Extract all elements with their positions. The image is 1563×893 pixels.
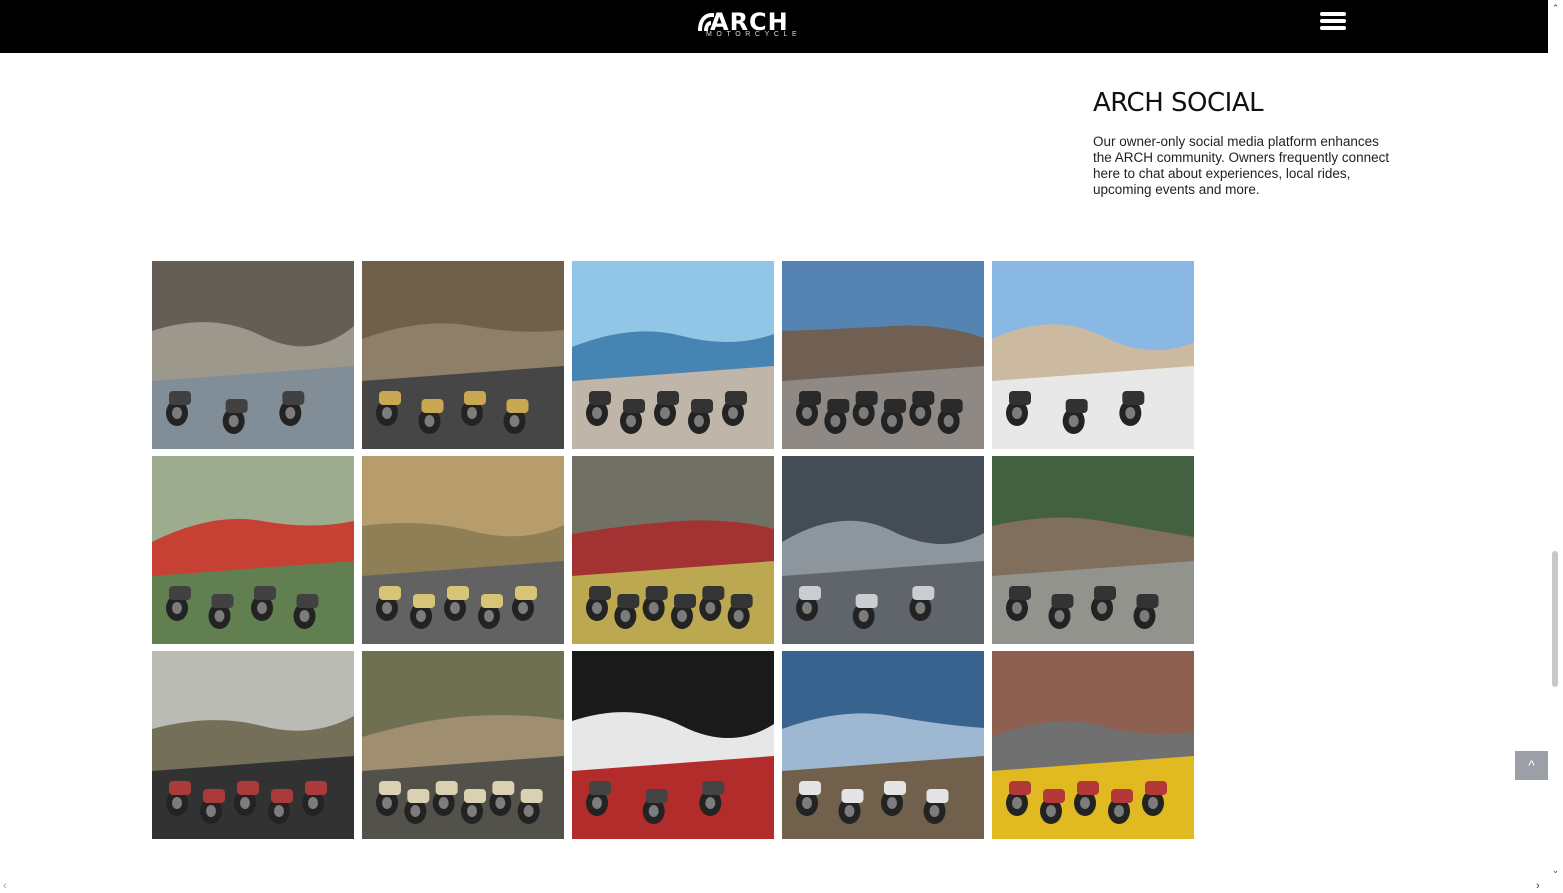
scroll-right-arrow-icon[interactable]: › bbox=[1536, 880, 1546, 892]
gallery-photo-rider-country-road[interactable] bbox=[362, 456, 564, 644]
photo-gallery-grid bbox=[152, 261, 1194, 839]
gallery-photo-man-with-bikes[interactable] bbox=[152, 651, 354, 839]
scroll-down-arrow-icon[interactable]: ⌄ bbox=[1550, 864, 1561, 876]
scroll-up-arrow-icon[interactable]: ⌃ bbox=[1550, 2, 1561, 14]
gallery-photo-bikes-rock-store[interactable] bbox=[782, 261, 984, 449]
gallery-photo-bikes-airplane[interactable] bbox=[992, 261, 1194, 449]
gallery-photo-bikes-flowers[interactable] bbox=[152, 456, 354, 644]
gallery-photo-group-stone-building[interactable] bbox=[152, 261, 354, 449]
gallery-photo-red-bike-lineup[interactable] bbox=[572, 456, 774, 644]
hamburger-menu-icon[interactable] bbox=[1320, 12, 1346, 32]
gallery-photo-couple-ocean-view[interactable] bbox=[782, 651, 984, 839]
gallery-photo-group-saloon[interactable] bbox=[362, 651, 564, 839]
arch-social-title: ARCH SOCIAL bbox=[1093, 88, 1264, 118]
scroll-to-top-button[interactable]: ^ bbox=[1515, 751, 1548, 780]
horizontal-scrollbar[interactable]: ‹ › bbox=[0, 878, 1548, 893]
top-navigation-bar: ARCH MOTORCYCLE bbox=[0, 0, 1548, 53]
scroll-left-arrow-icon[interactable]: ‹ bbox=[3, 880, 13, 892]
gallery-photo-stone-barn-bikes[interactable] bbox=[992, 456, 1194, 644]
vertical-scrollbar[interactable]: ⌃ ⌄ bbox=[1548, 0, 1563, 893]
gallery-photo-red-bike-van[interactable] bbox=[572, 651, 774, 839]
gallery-photo-rider-canyon-road[interactable] bbox=[362, 261, 564, 449]
gallery-photo-rider-curve-sign[interactable] bbox=[992, 651, 1194, 839]
arch-logo[interactable]: ARCH MOTORCYCLE bbox=[696, 9, 810, 41]
gallery-photo-rider-coast-highway[interactable] bbox=[572, 261, 774, 449]
logo-subtext: MOTORCYCLE bbox=[706, 31, 802, 38]
vertical-scrollbar-thumb[interactable] bbox=[1552, 551, 1558, 687]
arch-social-description: Our owner-only social media platform enh… bbox=[1093, 134, 1390, 197]
gallery-photo-bikes-warehouse[interactable] bbox=[782, 456, 984, 644]
